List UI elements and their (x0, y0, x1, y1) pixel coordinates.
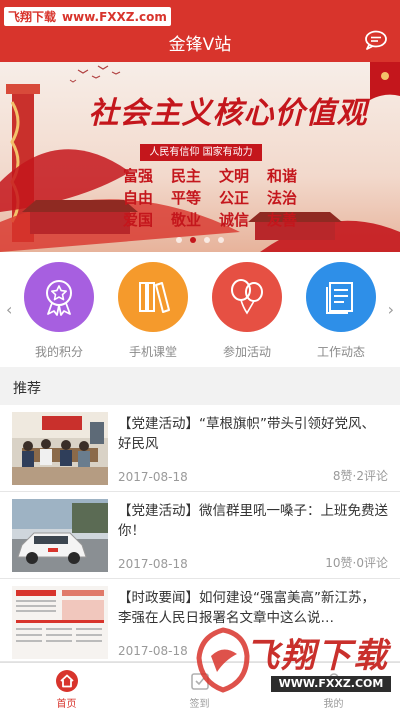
watermark-logo: 飞翔下载 www.FXXZ.com (4, 7, 171, 26)
core-values-grid: 富强 民主 文明 和谐 自由 平等 公正 法治 爱国 敬业 诚信 友善 (114, 165, 308, 230)
news-title: 【党建活动】微信群里吼一嗓子：上班免费送你！ (118, 503, 388, 539)
core-value: 平等 (170, 189, 201, 207)
core-value: 敬业 (170, 211, 201, 229)
quick-item-classroom[interactable]: 手机课堂 (113, 262, 193, 362)
page-title: 金锋V站 (168, 35, 232, 55)
watermark-logo-icon (196, 627, 250, 693)
quick-menu: ‹ › 我的积分 手机课堂 参加活动 工作动态 (0, 252, 400, 367)
carousel-dot[interactable] (204, 237, 210, 243)
core-value: 自由 (122, 189, 153, 207)
carousel-dot-active[interactable] (190, 237, 196, 243)
car-photo (12, 499, 108, 572)
newspaper-photo (12, 586, 108, 659)
core-value: 文明 (218, 167, 249, 185)
quick-item-points-circle (24, 262, 94, 332)
quick-item-points[interactable]: 我的积分 (19, 262, 99, 362)
message-button[interactable] (364, 30, 388, 50)
news-date: 2017-08-18 (118, 644, 188, 658)
chevron-right-icon[interactable]: › (388, 300, 394, 319)
news-thumbnail (12, 412, 108, 485)
core-value: 和谐 (266, 167, 297, 185)
meeting-photo (12, 412, 108, 485)
quick-item-label: 参加活动 (222, 345, 271, 359)
books-icon (139, 282, 170, 313)
core-value: 公正 (218, 189, 249, 207)
promo-banner[interactable]: 社会主义核心价值观 人民有信仰 国家有动力 富强 民主 文明 和谐 自由 平等 … (0, 62, 400, 252)
badge-star-icon (46, 280, 72, 316)
app-root: 飞翔下载 www.FXXZ.com 金锋V站 社会主义核心价值观 人民有信仰 国… (0, 0, 400, 712)
quick-item-label: 工作动态 (316, 345, 365, 359)
quick-item-classroom-circle (118, 262, 188, 332)
core-value: 爱国 (122, 211, 153, 229)
news-item[interactable]: 【党建活动】微信群里吼一嗓子：上班免费送你！ 2017-08-18 10赞·0评… (0, 492, 400, 579)
quick-item-news[interactable]: 工作动态 (301, 262, 381, 362)
news-item[interactable]: 【党建活动】“草根旗帜”带头引领好党风、好民风 2017-08-18 8赞·2评… (0, 405, 400, 492)
news-stats: 10赞·0评论 (325, 556, 388, 570)
watermark-brand-large: 飞翔下载 (245, 636, 389, 676)
recommend-title: 推荐 (13, 381, 41, 397)
news-thumbnail (12, 499, 108, 572)
quick-item-activities-circle (212, 262, 282, 332)
tab-label: 首页 (56, 699, 77, 710)
news-title: 【党建活动】“草根旗帜”带头引领好党风、好民风 (118, 416, 375, 452)
core-value: 法治 (266, 189, 297, 207)
core-value: 诚信 (218, 211, 249, 229)
watermark-url: www.FXXZ.com (62, 9, 167, 24)
core-value: 友善 (266, 211, 297, 229)
recommend-header: 推荐 (0, 367, 400, 405)
balloons-icon (231, 279, 263, 315)
carousel-dot[interactable] (176, 237, 182, 243)
banner-slogan: 社会主义核心价值观 (88, 96, 368, 131)
carousel-dot[interactable] (218, 237, 224, 243)
watermark-overlay: 飞翔下载 WWW.FXXZ.COM (193, 620, 393, 710)
core-value: 富强 (122, 167, 153, 185)
watermark-brand: 飞翔下载 (8, 10, 57, 24)
home-icon (55, 670, 78, 692)
quick-item-label: 手机课堂 (128, 345, 177, 359)
news-stats: 8赞·2评论 (332, 469, 388, 483)
carousel-dots (0, 237, 400, 243)
document-icon (326, 282, 353, 314)
news-date: 2017-08-18 (118, 557, 188, 571)
quick-item-label: 我的积分 (34, 345, 83, 359)
core-value: 民主 (170, 167, 201, 185)
top-header: 飞翔下载 www.FXXZ.com 金锋V站 (0, 0, 400, 62)
news-date: 2017-08-18 (118, 470, 188, 484)
chevron-left-icon[interactable]: ‹ (6, 300, 12, 319)
quick-item-news-circle (306, 262, 376, 332)
tab-home[interactable]: 首页 (0, 663, 133, 712)
banner-subtitle: 人民有信仰 国家有动力 (140, 144, 262, 161)
watermark-url-bottom: WWW.FXXZ.COM (271, 676, 391, 692)
chat-bubble-icon (365, 30, 387, 50)
news-thumbnail (12, 586, 108, 659)
quick-item-activities[interactable]: 参加活动 (207, 262, 287, 362)
